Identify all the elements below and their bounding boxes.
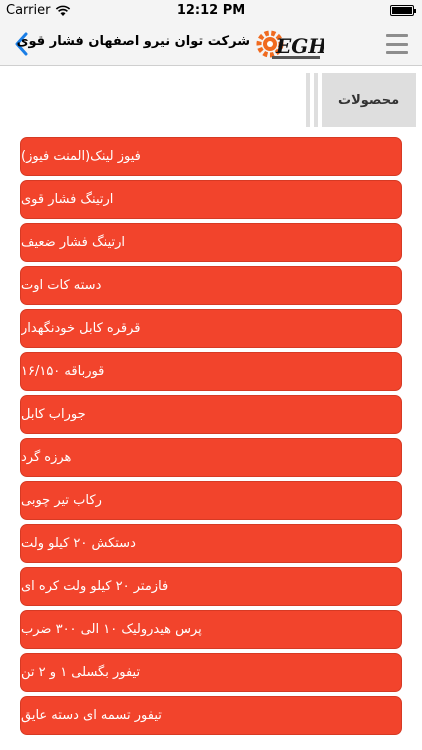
product-item[interactable]: فازمتر ۲۰ کیلو ولت کره ای	[20, 567, 402, 606]
nav-bar: شرکت توان نیرو اصفهان فشار قوی EGH	[0, 22, 422, 66]
product-item[interactable]: دستکش ۲۰ کیلو ولت	[20, 524, 402, 563]
section-header: محصولات	[302, 73, 416, 127]
product-item[interactable]: دسته کات اوت	[20, 266, 402, 305]
nav-title: شرکت توان نیرو اصفهان فشار قوی	[16, 34, 250, 49]
logo-text: EGH	[275, 34, 324, 58]
section-stripes	[302, 73, 338, 127]
product-item[interactable]: تیفور بگسلی ۱ و ۲ تن	[20, 653, 402, 692]
menu-button[interactable]	[386, 34, 408, 54]
product-item[interactable]: قرقره کابل خودنگهدار	[20, 309, 402, 348]
product-item[interactable]: هرزه گرد	[20, 438, 402, 477]
product-item[interactable]: ارتینگ فشار قوی	[20, 180, 402, 219]
menu-bar	[386, 42, 408, 46]
product-item[interactable]: رکاب تیر چوبی	[20, 481, 402, 520]
product-item[interactable]: پرس هیدرولیک ۱۰ الی ۳۰۰ ضرب	[20, 610, 402, 649]
product-item[interactable]: ارتینگ فشار ضعیف	[20, 223, 402, 262]
product-list: فیوز لینک(المنت فیوز) ارتینگ فشار قوی ار…	[20, 137, 402, 739]
product-item[interactable]: فیوز لینک(المنت فیوز)	[20, 137, 402, 176]
status-bar: Carrier 12:12 PM	[0, 0, 422, 22]
menu-bar	[386, 51, 408, 54]
battery-icon	[390, 5, 416, 16]
battery-fill	[392, 7, 412, 14]
product-item[interactable]: جوراب کابل	[20, 395, 402, 434]
status-time: 12:12 PM	[176, 3, 246, 18]
product-item[interactable]: قورباقه ۱۶/۱۵۰	[20, 352, 402, 391]
product-item[interactable]: تیفور تسمه ای دسته عایق	[20, 696, 402, 735]
company-logo: EGH	[256, 30, 324, 59]
section-title: محصولات	[338, 92, 400, 108]
menu-bar	[386, 34, 408, 37]
